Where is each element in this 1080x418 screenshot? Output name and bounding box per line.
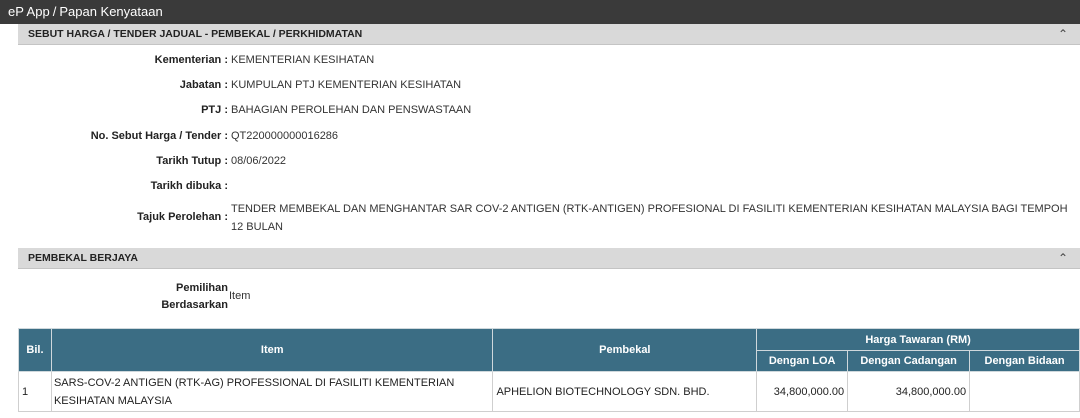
breadcrumb-app-link[interactable]: eP App bbox=[8, 4, 50, 19]
field-value: QT220000000016286 bbox=[231, 130, 339, 142]
section-title: PEMBEKAL BERJAYA bbox=[28, 252, 138, 264]
breadcrumb-current-page: Papan Kenyataan bbox=[59, 4, 163, 19]
column-header-dengan-bidaan: Dengan Bidaan bbox=[969, 350, 1080, 372]
section-title: SEBUT HARGA / TENDER JADUAL - PEMBEKAL /… bbox=[28, 28, 363, 40]
cell-bil: 1 bbox=[18, 371, 52, 412]
field-label: Pemilihan Berdasarkan bbox=[161, 280, 228, 314]
column-header-item: Item bbox=[50, 328, 494, 372]
breadcrumb: eP App / Papan Kenyataan bbox=[0, 0, 1080, 24]
field-label: Tajuk Perolehan : bbox=[137, 211, 228, 223]
field-label: Kementerian : bbox=[154, 54, 228, 66]
field-value: Item bbox=[229, 290, 251, 302]
column-header-bil: Bil. bbox=[18, 328, 52, 372]
field-value: KEMENTERIAN KESIHATAN bbox=[231, 54, 375, 66]
successful-suppliers-table: Bil. Item Pembekal Harga Tawaran (RM) De… bbox=[18, 328, 1080, 412]
chevron-up-icon[interactable]: ⌃ bbox=[1058, 27, 1068, 41]
field-value: TENDER MEMBEKAL DAN MENGHANTAR SAR COV-2… bbox=[231, 203, 1068, 233]
section-header-pembekal-berjaya[interactable]: PEMBEKAL BERJAYA ⌃ bbox=[18, 248, 1080, 269]
column-header-dengan-cadangan: Dengan Cadangan bbox=[847, 350, 971, 372]
field-label: Tarikh dibuka : bbox=[150, 180, 228, 192]
field-label-line: Berdasarkan bbox=[161, 299, 228, 311]
cell-dengan-cadangan: 34,800,000.00 bbox=[847, 371, 971, 412]
chevron-up-icon[interactable]: ⌃ bbox=[1058, 251, 1068, 265]
main-content: SEBUT HARGA / TENDER JADUAL - PEMBEKAL /… bbox=[18, 24, 1080, 412]
field-label: PTJ : bbox=[201, 104, 228, 116]
cell-dengan-loa: 34,800,000.00 bbox=[756, 371, 849, 412]
field-label-line: Pemilihan bbox=[176, 282, 228, 294]
table-row: 1 SARS-COV-2 ANTIGEN (RTK-AG) PROFESSION… bbox=[18, 371, 1080, 412]
field-value: BAHAGIAN PEROLEHAN DAN PENSWASTAAN bbox=[231, 104, 472, 116]
section-header-tender-schedule[interactable]: SEBUT HARGA / TENDER JADUAL - PEMBEKAL /… bbox=[18, 24, 1080, 45]
column-header-pembekal: Pembekal bbox=[492, 328, 758, 372]
cell-dengan-bidaan bbox=[969, 371, 1080, 412]
field-label: Jabatan : bbox=[179, 79, 228, 91]
field-label: Tarikh Tutup : bbox=[156, 155, 228, 167]
field-value: KUMPULAN PTJ KEMENTERIAN KESIHATAN bbox=[231, 79, 462, 91]
breadcrumb-separator: / bbox=[52, 4, 57, 19]
field-label: No. Sebut Harga / Tender : bbox=[90, 130, 228, 142]
cell-pembekal: APHELION BIOTECHNOLOGY SDN. BHD. bbox=[492, 371, 758, 412]
column-header-dengan-loa: Dengan LOA bbox=[756, 350, 849, 372]
column-group-harga-tawaran: Harga Tawaran (RM) bbox=[756, 328, 1080, 351]
cell-item: SARS-COV-2 ANTIGEN (RTK-AG) PROFESSIONAL… bbox=[50, 371, 494, 412]
field-value: 08/06/2022 bbox=[231, 155, 287, 167]
